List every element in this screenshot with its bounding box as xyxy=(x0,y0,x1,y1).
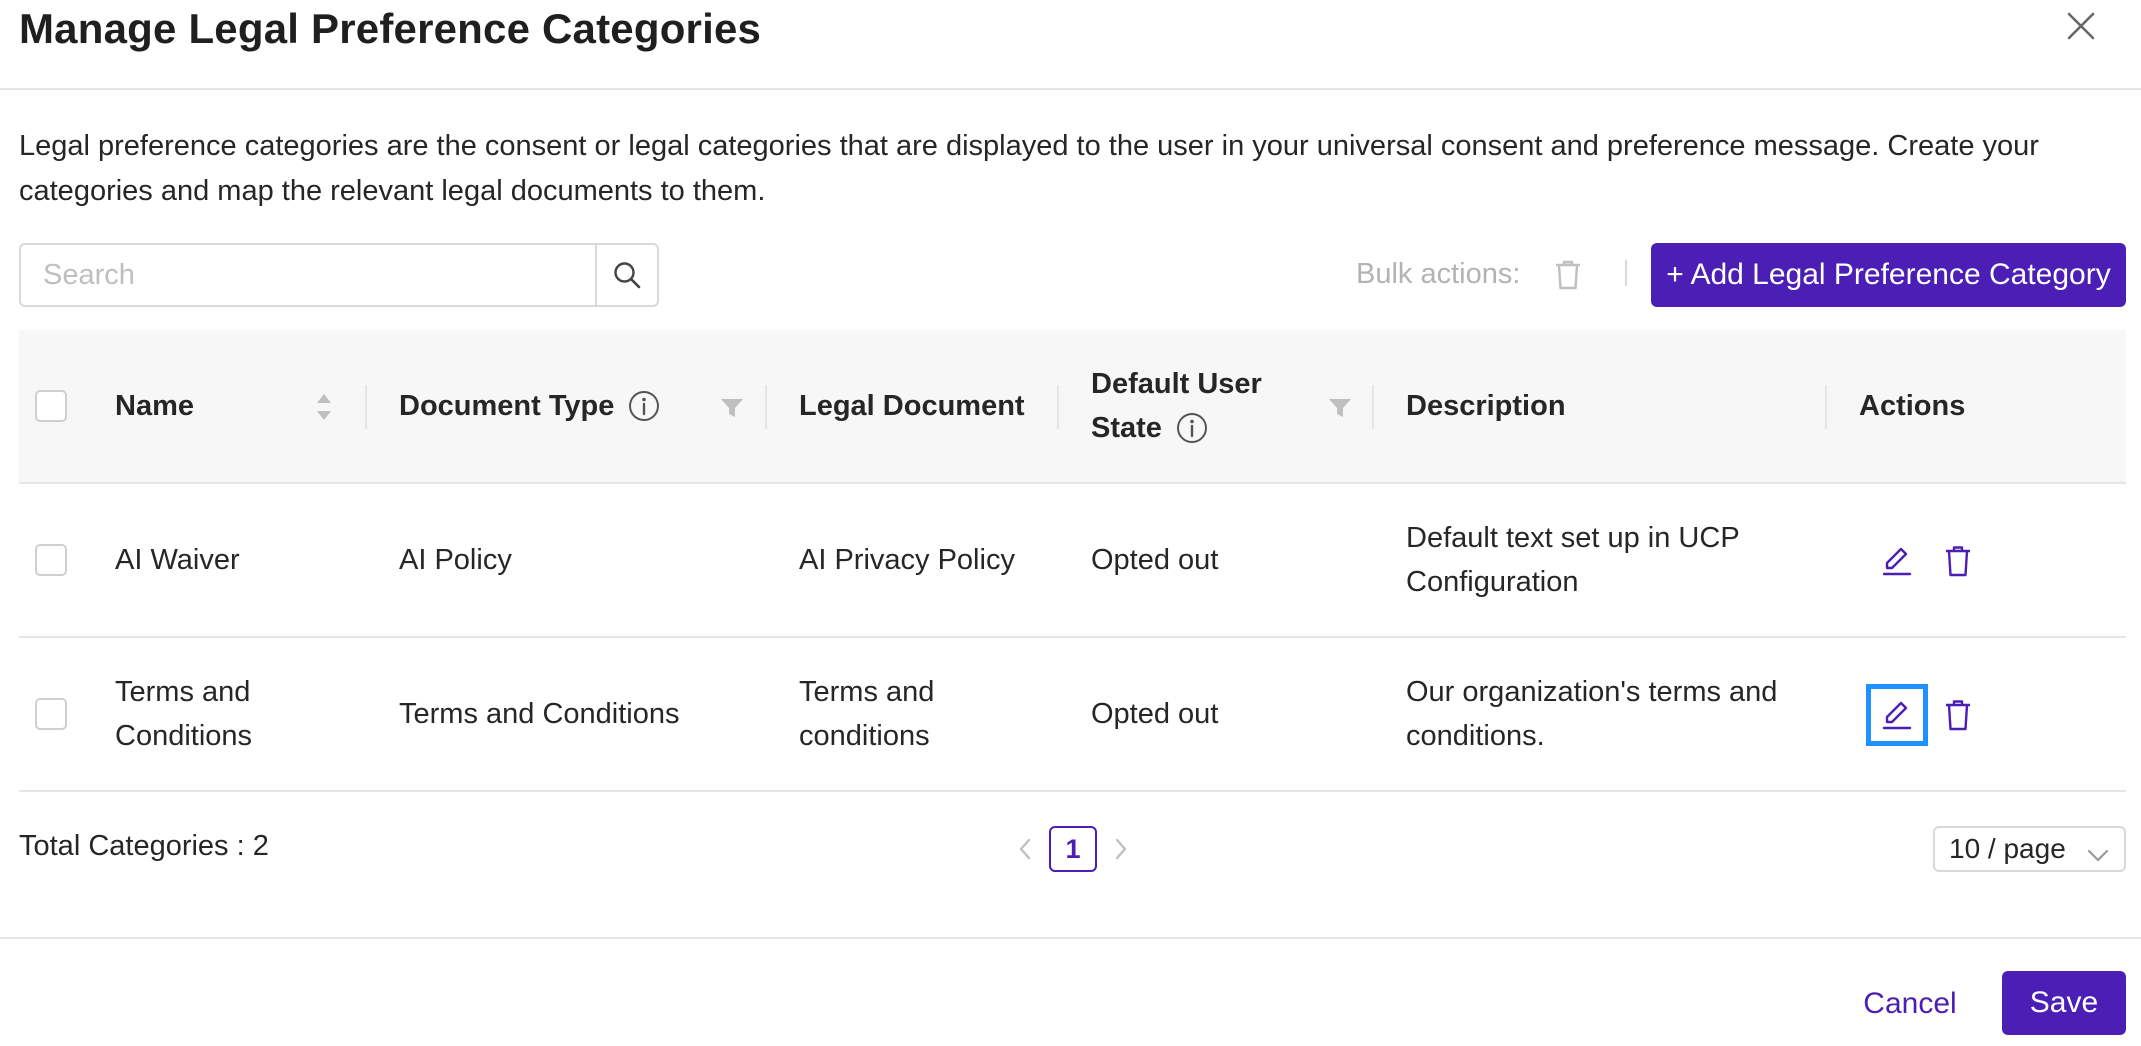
select-all-checkbox[interactable] xyxy=(35,390,67,422)
row-checkbox[interactable] xyxy=(35,698,67,730)
column-header-name: Name xyxy=(115,390,194,422)
cell-name-line: Conditions xyxy=(115,720,253,752)
sort-icon[interactable] xyxy=(313,390,335,424)
page-size-value: 10 / page xyxy=(1949,833,2066,864)
chevron-right-icon[interactable] xyxy=(1109,832,1133,866)
delete-icon[interactable] xyxy=(1941,692,1975,738)
info-icon[interactable] xyxy=(1176,412,1208,444)
column-separator xyxy=(1825,385,1827,429)
dialog-title: Manage Legal Preference Categories xyxy=(19,5,762,52)
cell-default-user-state: Opted out xyxy=(1091,544,1219,576)
column-header-description: Description xyxy=(1406,390,1566,422)
column-separator xyxy=(1057,385,1059,429)
info-icon[interactable] xyxy=(628,390,660,422)
cell-description: Default text set up in UCP Configuration xyxy=(1406,484,1740,636)
add-legal-preference-category-button[interactable]: + Add Legal Preference Category xyxy=(1651,243,2126,307)
cell-default-user-state: Opted out xyxy=(1091,698,1219,730)
row-select-cell xyxy=(35,484,67,636)
close-icon[interactable] xyxy=(2063,8,2099,44)
column-separator xyxy=(765,385,767,429)
column-header-default-user-state-line2: State xyxy=(1091,412,1162,444)
select-all-cell xyxy=(35,330,67,482)
cell-document-type: Terms and Conditions xyxy=(399,698,680,730)
cell-description-line: Configuration xyxy=(1406,566,1579,598)
manage-legal-preference-dialog: Manage Legal Preference Categories Legal… xyxy=(0,0,2141,1046)
bulk-actions-label: Bulk actions: xyxy=(1356,258,1521,290)
save-button[interactable]: Save xyxy=(2002,971,2126,1035)
cell-description-line: Default text set up in UCP xyxy=(1406,522,1740,554)
column-header-document-type-label: Document Type xyxy=(399,390,615,422)
row-select-cell xyxy=(35,638,67,790)
pagination-page[interactable]: 1 xyxy=(1049,826,1097,872)
table-row: AI Waiver AI Policy AI Privacy Policy Op… xyxy=(19,484,2126,638)
cell-name-line: Terms and xyxy=(115,676,251,708)
cell-legal-document-line: conditions xyxy=(799,720,930,752)
cell-description: Our organization's terms and conditions. xyxy=(1406,638,1777,790)
table-row: Terms and Conditions Terms and Condition… xyxy=(19,638,2126,792)
search-input[interactable] xyxy=(21,245,595,305)
filter-icon[interactable] xyxy=(719,396,745,420)
toolbar-divider xyxy=(1625,260,1627,286)
footer-divider xyxy=(0,937,2141,939)
column-separator xyxy=(365,385,367,429)
cell-document-type: AI Policy xyxy=(399,544,512,576)
dialog-header: Manage Legal Preference Categories xyxy=(0,0,2141,90)
edit-icon[interactable] xyxy=(1872,536,1922,586)
search-icon[interactable] xyxy=(595,245,657,305)
chevron-left-icon[interactable] xyxy=(1013,832,1037,866)
cell-legal-document: Terms and conditions xyxy=(799,638,934,790)
filter-icon[interactable] xyxy=(1327,396,1353,420)
edit-icon[interactable] xyxy=(1866,684,1928,746)
bulk-delete-icon[interactable] xyxy=(1552,258,1584,292)
column-header-actions: Actions xyxy=(1859,390,1966,422)
chevron-down-icon xyxy=(2086,840,2110,872)
categories-table: Name Document Type Legal Document Defaul… xyxy=(19,330,2126,792)
cell-description-line: conditions. xyxy=(1406,720,1545,752)
page-size-select[interactable]: 10 / page xyxy=(1933,826,2126,872)
delete-icon[interactable] xyxy=(1941,538,1975,584)
cell-name: AI Waiver xyxy=(115,544,240,576)
search-box xyxy=(19,243,659,307)
column-header-default-user-state: Default User State xyxy=(1091,330,1262,482)
column-header-document-type: Document Type xyxy=(399,330,660,482)
column-separator xyxy=(1372,385,1374,429)
cancel-button[interactable]: Cancel xyxy=(1840,976,1980,1032)
total-categories: Total Categories : 2 xyxy=(19,830,269,862)
cell-description-line: Our organization's terms and xyxy=(1406,676,1778,708)
dialog-description: Legal preference categories are the cons… xyxy=(19,130,2039,207)
table-header: Name Document Type Legal Document Defaul… xyxy=(19,330,2126,484)
column-header-default-user-state-line1: Default User xyxy=(1091,368,1262,400)
cell-legal-document-line: Terms and xyxy=(799,676,935,708)
column-header-legal-document: Legal Document xyxy=(799,390,1025,422)
cell-legal-document: AI Privacy Policy xyxy=(799,544,1015,576)
cell-name: Terms and Conditions xyxy=(115,638,252,790)
row-checkbox[interactable] xyxy=(35,544,67,576)
